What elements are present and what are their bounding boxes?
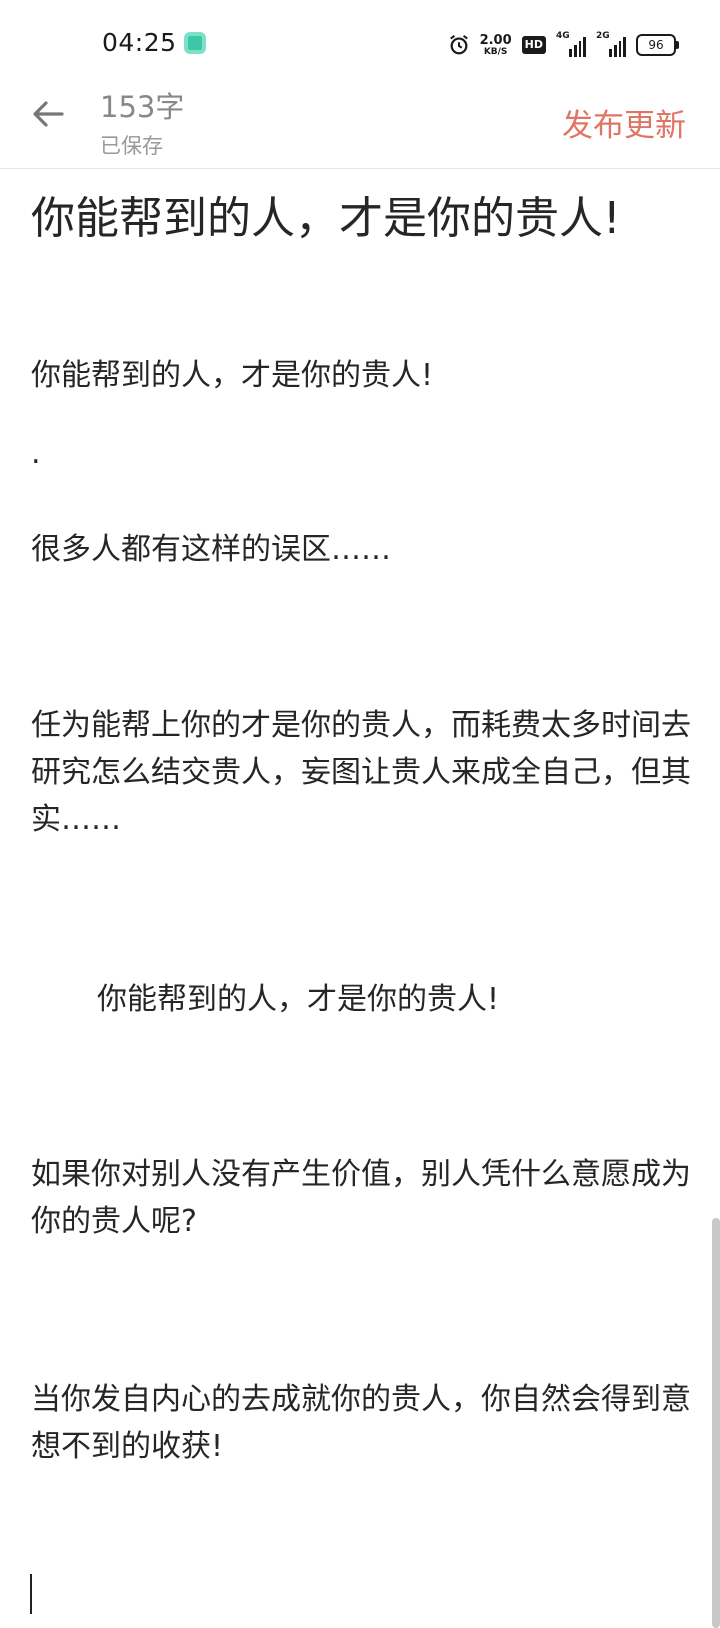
status-bar: 04:25 2.00 KB/S HD 4G 2G 96 [0,0,720,90]
article-paragraph[interactable]: 任为能帮上你的才是你的贵人，而耗费太多时间去研究怎么结交贵人，妄图让贵人来成全自… [31,702,691,843]
network-speed-value: 2.00 [479,32,512,48]
arrow-left-icon [33,101,64,127]
scrollbar[interactable] [712,1218,720,1628]
article-title[interactable]: 你能帮到的人，才是你的贵人! [31,190,631,248]
signal-4g-tag: 4G [556,31,570,41]
article-quote-paragraph[interactable]: 你能帮到的人，才是你的贵人! [97,976,720,1023]
article-paragraph[interactable]: 很多人都有这样的误区…… [31,526,691,573]
word-count: 153字 [100,90,185,124]
status-icons: 2.00 KB/S HD 4G 2G 96 [448,28,679,62]
battery-icon: 96 [636,34,679,56]
network-speed-unit: KB/S [483,46,508,57]
signal-2g-tag: 2G [596,31,610,41]
publish-update-button[interactable]: 发布更新 [562,100,686,145]
battery-level: 96 [648,38,664,52]
app-notification-icon [184,32,206,54]
network-speed: 2.00 KB/S [480,34,512,57]
editor-header: 153字 已保存 发布更新 [0,78,720,169]
article-paragraph[interactable]: 如果你对别人没有产生价值，别人凭什么意愿成为你的贵人呢? [31,1151,691,1245]
cellular-signal-4g-icon: 4G [556,31,586,57]
cellular-signal-2g-icon: 2G [596,31,626,57]
back-button[interactable] [28,92,72,136]
article-paragraph[interactable]: 当你发自内心的去成就你的贵人，你自然会得到意想不到的收获! [31,1376,691,1470]
alarm-icon [449,35,468,55]
article-paragraph[interactable]: 你能帮到的人，才是你的贵人! [31,352,691,399]
text-cursor [30,1574,32,1614]
hd-voice-icon: HD [521,36,546,54]
article-editor[interactable]: 你能帮到的人，才是你的贵人! [31,190,686,248]
article-paragraph[interactable]: . [31,430,691,477]
save-status: 已保存 [100,134,163,158]
status-time: 04:25 [102,28,177,57]
